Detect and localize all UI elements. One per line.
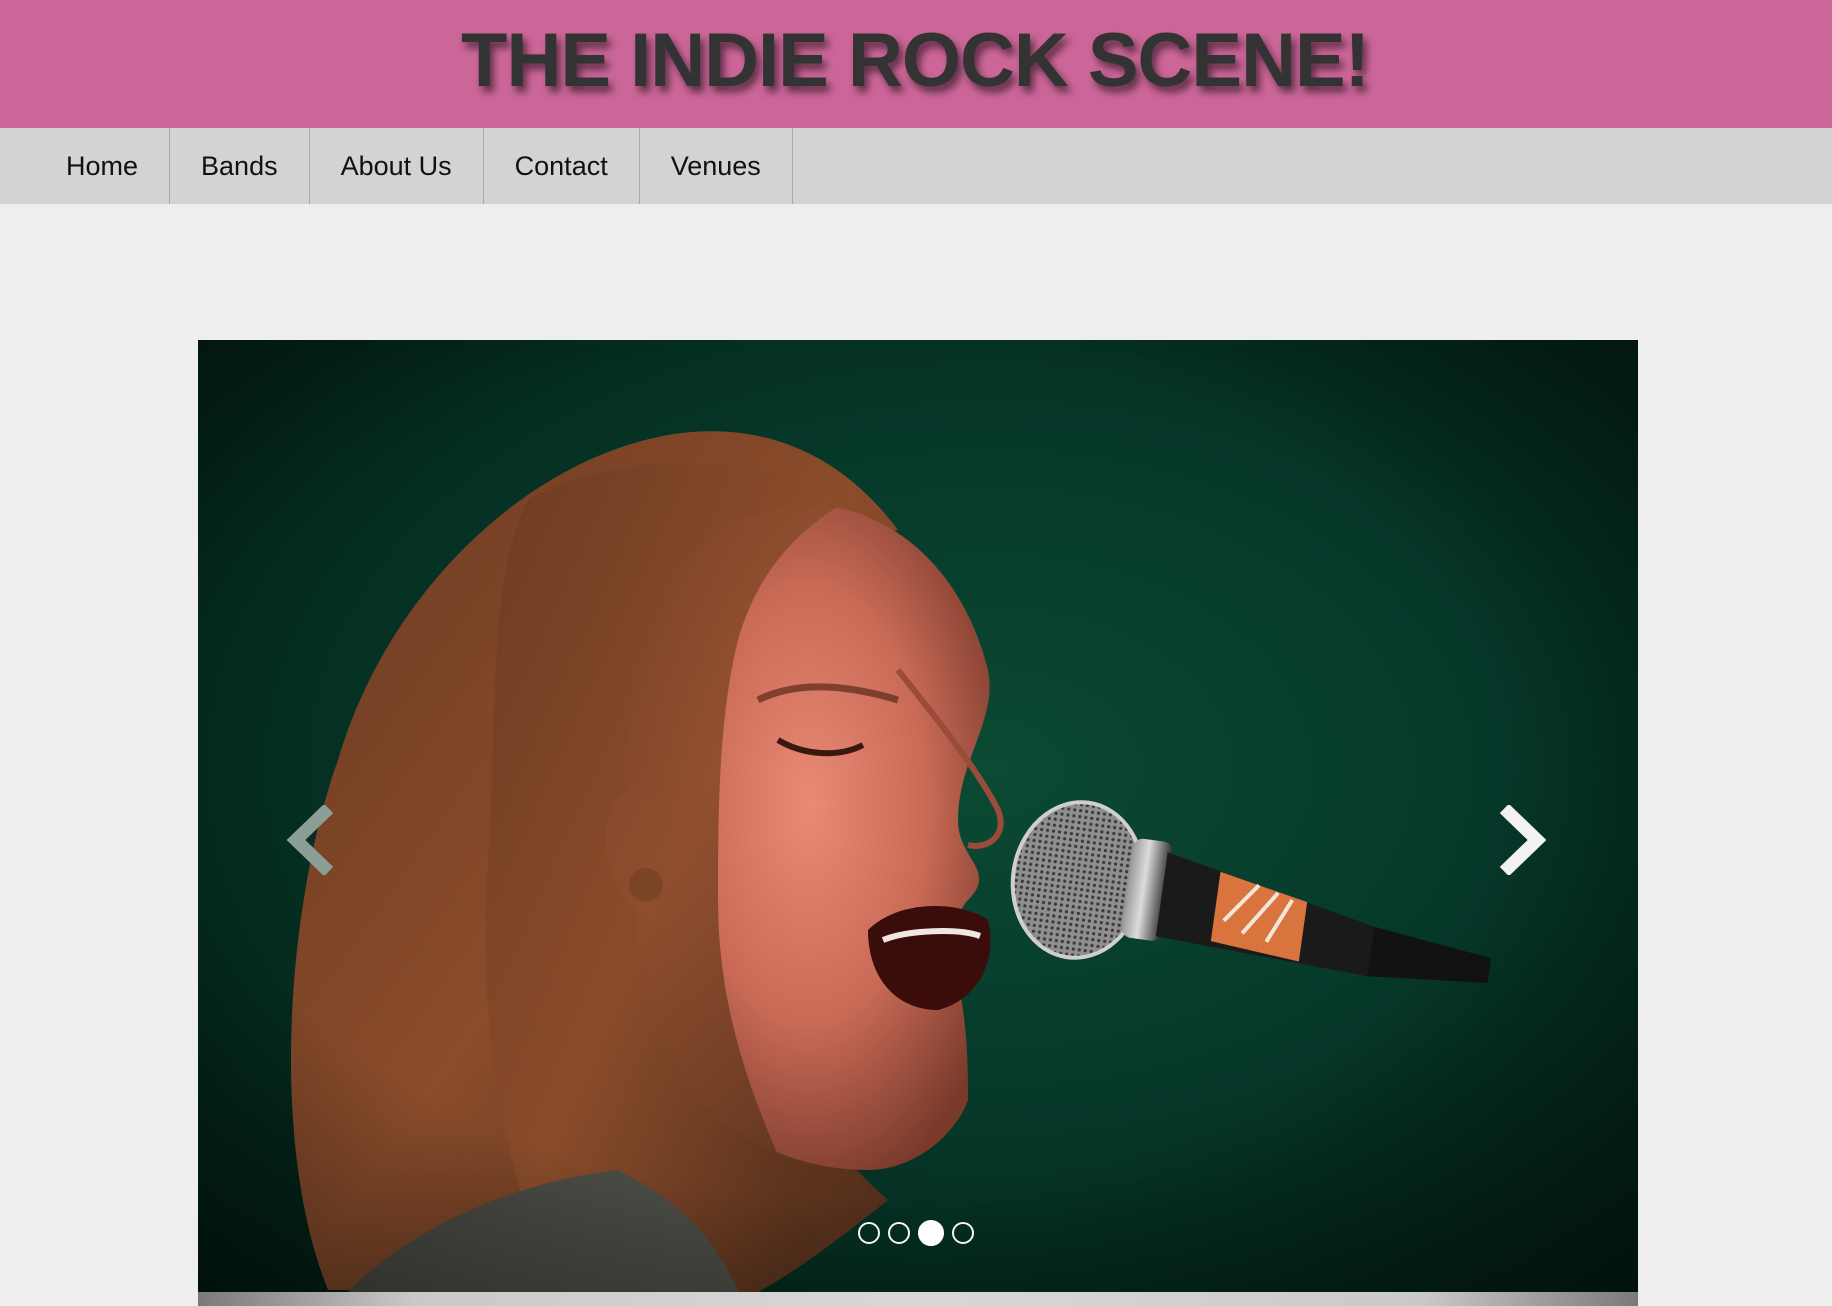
- carousel-bottom-edge: [198, 1292, 1638, 1306]
- main-nav: Home Bands About Us Contact Venues: [0, 128, 1832, 204]
- nav-item-label: Home: [66, 150, 139, 181]
- nav-item-bands[interactable]: Bands: [170, 128, 310, 204]
- carousel-next-button[interactable]: [1493, 800, 1553, 880]
- nav-item-venues[interactable]: Venues: [640, 128, 793, 204]
- site-header: THE INDIE ROCK SCENE!: [0, 0, 1832, 128]
- nav-item-label: Bands: [201, 150, 278, 181]
- nav-item-label: About Us: [340, 150, 452, 181]
- carousel-prev-button[interactable]: [280, 800, 340, 880]
- nav-item-label: Contact: [514, 150, 608, 181]
- carousel-indicators: [858, 1220, 974, 1246]
- carousel-indicator-dot[interactable]: [888, 1222, 910, 1244]
- nav-item-contact[interactable]: Contact: [484, 128, 640, 204]
- carousel-indicator-dot[interactable]: [858, 1222, 880, 1244]
- nav-item-about-us[interactable]: About Us: [310, 128, 484, 204]
- carousel-indicator-dot[interactable]: [918, 1220, 944, 1246]
- chevron-left-icon: [286, 805, 334, 875]
- carousel-indicator-dot[interactable]: [952, 1222, 974, 1244]
- image-carousel[interactable]: [198, 340, 1638, 1292]
- nav-item-label: Venues: [670, 150, 761, 181]
- chevron-right-icon: [1499, 805, 1547, 875]
- carousel-slide-image: [198, 340, 1638, 1292]
- site-title: THE INDIE ROCK SCENE!: [461, 17, 1370, 103]
- nav-item-home[interactable]: Home: [40, 128, 171, 204]
